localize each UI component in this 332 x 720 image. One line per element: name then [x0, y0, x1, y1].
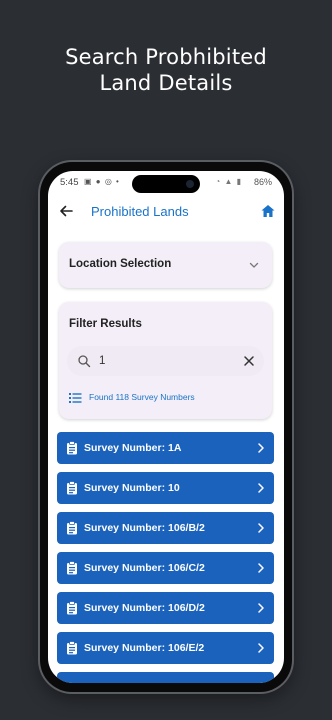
list-icon: [69, 393, 82, 403]
list-item[interactable]: Survey Number: 1A: [57, 432, 274, 464]
list-item[interactable]: Survey Number: 10: [57, 472, 274, 504]
list-item-label: Survey Number: 106/E/2: [84, 642, 205, 654]
list-item-label: Survey Number: 106/B/2: [84, 522, 205, 534]
status-bar: 5:45 ▣ ● ◎ • ◔ ▲ ▮ 86%: [48, 171, 284, 193]
chevron-right-icon: [258, 483, 264, 493]
notification-icons: ▣ ● ◎ •: [84, 177, 120, 186]
clipboard-icon: [67, 641, 77, 655]
battery-level: 86%: [253, 177, 272, 187]
close-icon[interactable]: [242, 354, 256, 368]
location-selection-title: Location Selection: [69, 258, 172, 270]
list-item-label: Survey Number: 1A: [84, 442, 182, 454]
promo-headline: Search Probhibited Land Details: [0, 44, 332, 96]
list-item-label: Survey Number: 10: [84, 482, 180, 494]
chevron-right-icon: [258, 603, 264, 613]
clipboard-icon: [67, 481, 77, 495]
chevron-down-icon: [249, 262, 259, 268]
list-item[interactable]: Survey Number: 106/C/2: [57, 552, 274, 584]
clipboard-icon: [67, 561, 77, 575]
phone-screen: 5:45 ▣ ● ◎ • ◔ ▲ ▮ 86% Prohibited Lands …: [48, 171, 284, 683]
chevron-right-icon: [258, 523, 264, 533]
app-bar: Prohibited Lands: [48, 197, 284, 227]
clipboard-icon: [67, 441, 77, 455]
result-count-text: Found 118 Survey Numbers: [89, 392, 195, 402]
list-item-label: Survey Number: 106/D/2: [84, 602, 205, 614]
filter-results-panel: Filter Results 1 Found 118 Survey Number…: [59, 302, 272, 419]
page-title: Prohibited Lands: [91, 204, 189, 219]
location-selection-panel[interactable]: Location Selection: [59, 242, 272, 288]
promo-headline-line-2: Land Details: [99, 71, 233, 95]
home-icon[interactable]: [260, 203, 276, 219]
signal-icons: ◔ ▲ ▮: [215, 177, 242, 186]
chevron-right-icon: [258, 443, 264, 453]
list-item[interactable]: Survey Number: 106/D/2: [57, 592, 274, 624]
search-icon: [78, 355, 91, 368]
clipboard-icon: [67, 601, 77, 615]
filter-results-title: Filter Results: [69, 318, 142, 330]
search-box: [67, 346, 264, 376]
app-store-screenshot: Search Probhibited Land Details 5:45 ▣ ●…: [0, 0, 332, 720]
camera-notch: [132, 175, 200, 193]
arrow-left-icon[interactable]: [58, 203, 74, 219]
clipboard-icon: [67, 521, 77, 535]
camera-lens-icon: [186, 180, 194, 188]
chevron-right-icon: [258, 643, 264, 653]
list-item[interactable]: Survey Number: 106/B/2: [57, 512, 274, 544]
status-time: 5:45: [60, 177, 79, 188]
phone-frame: 5:45 ▣ ● ◎ • ◔ ▲ ▮ 86% Prohibited Lands …: [40, 162, 292, 692]
list-item-partial[interactable]: [57, 672, 274, 683]
promo-headline-line-1: Search Probhibited: [65, 45, 267, 69]
survey-number-list: Survey Number: 1A Survey Number: 10 Surv…: [57, 432, 274, 683]
list-item[interactable]: Survey Number: 106/E/2: [57, 632, 274, 664]
chevron-right-icon: [258, 563, 264, 573]
list-item-label: Survey Number: 106/C/2: [84, 562, 205, 574]
search-input[interactable]: [99, 352, 229, 370]
